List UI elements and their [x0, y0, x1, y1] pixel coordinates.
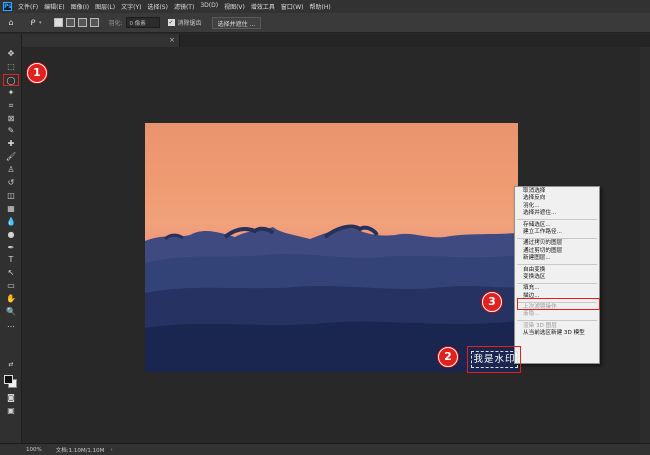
healing-brush-icon[interactable]: ✚: [5, 138, 17, 149]
menu-bar: Ps 文件(F) 编辑(E) 图像(I) 图层(L) 文字(Y) 选择(S) 滤镜(T) 3D…: [0, 0, 650, 13]
menu-8[interactable]: 视图(V): [224, 2, 245, 11]
context-menu-item[interactable]: 存储选区...: [515, 222, 599, 229]
context-menu-item[interactable]: 填充...: [515, 285, 599, 292]
status-bar: 100% 文档:1.10M/1.10M ›: [0, 443, 650, 455]
context-menu-item[interactable]: 从当前选区新建 3D 模型: [515, 330, 599, 337]
context-menu-item[interactable]: 建立工作路径...: [515, 229, 599, 236]
context-menu-item[interactable]: 自由变换: [515, 267, 599, 274]
chevron-right-icon[interactable]: ›: [110, 447, 112, 453]
options-bar: ⌂ ᑭ ▾ 羽化: 0 像素 ✓ 消除锯齿 选择并遮住 ...: [0, 13, 650, 33]
gradient-icon[interactable]: ▦: [5, 203, 17, 214]
menu-separator: [517, 320, 597, 322]
rectangle-icon[interactable]: ▭: [5, 280, 17, 291]
menu-0[interactable]: 文件(F): [18, 2, 38, 11]
context-menu-item: 渐隐...: [523, 311, 540, 318]
photoshop-window: Ps 文件(F) 编辑(E) 图像(I) 图层(L) 文字(Y) 选择(S) 滤镜(T) 3D…: [0, 0, 650, 455]
more-tools-icon[interactable]: …: [5, 319, 17, 330]
new-selection-button[interactable]: [53, 18, 63, 27]
menu-2[interactable]: 图像(I): [71, 2, 89, 11]
home-icon[interactable]: ⌂: [6, 18, 16, 28]
menu-10[interactable]: 窗口(W): [281, 2, 304, 11]
app-logo: Ps: [3, 2, 12, 11]
marquee-icon[interactable]: ⬚: [5, 61, 17, 72]
menu-5[interactable]: 选择(S): [147, 2, 168, 11]
context-menu: 取消选择 选择反向 羽化... 选择并遮住... 存储选区... 建立工作路径... 通过拷…: [514, 186, 600, 364]
context-menu-item[interactable]: 通过拷贝的图层: [515, 240, 599, 247]
hand-icon[interactable]: ✋: [5, 293, 17, 304]
menu-11[interactable]: 帮助(H): [310, 2, 331, 11]
frame-icon[interactable]: ⊠: [5, 113, 17, 124]
fill-highlight-box: [517, 298, 600, 310]
lasso-icon[interactable]: ᑭ: [28, 18, 38, 28]
feather-label: 羽化:: [108, 20, 123, 27]
context-menu-item[interactable]: 选择并遮住...: [515, 210, 599, 217]
antialias-checkbox[interactable]: ✓: [167, 19, 175, 26]
antialias-label: 消除锯齿: [177, 20, 202, 27]
close-icon[interactable]: ×: [169, 36, 175, 44]
pen-icon[interactable]: ✒: [5, 242, 17, 253]
menu-separator: [517, 237, 597, 239]
history-brush-icon[interactable]: ↺: [5, 177, 17, 188]
magic-wand-icon[interactable]: ✦: [5, 87, 17, 98]
document-tab-bar: ×: [22, 34, 650, 47]
watermark-selection[interactable]: 我是水印: [471, 351, 518, 368]
menu-3[interactable]: 图层(L): [95, 2, 115, 11]
dodge-icon[interactable]: ●: [5, 229, 17, 240]
landscape-photo[interactable]: [145, 123, 518, 372]
eyedropper-icon[interactable]: ✎: [5, 125, 17, 136]
context-menu-item[interactable]: 新建图层...: [515, 255, 599, 262]
menu-9[interactable]: 增效工具: [251, 2, 275, 11]
swap-colors-icon[interactable]: ⇄: [5, 359, 17, 370]
context-menu-item[interactable]: 变换选区: [515, 274, 599, 281]
step-badge-2: 2: [438, 347, 458, 367]
document-size: 文档:1.10M/1.10M: [55, 447, 105, 454]
document-tab[interactable]: ×: [22, 34, 180, 47]
vertical-scrollbar[interactable]: [640, 47, 650, 443]
type-icon[interactable]: T: [5, 254, 17, 265]
path-selection-icon[interactable]: ↖: [5, 267, 17, 278]
feather-input[interactable]: 0 像素: [125, 17, 160, 28]
screen-mode-icon[interactable]: ▣: [5, 405, 17, 416]
select-and-mask-button[interactable]: 选择并遮住 ...: [211, 16, 262, 29]
chevron-down-icon[interactable]: ▾: [39, 20, 42, 26]
quick-mask-icon[interactable]: ◙: [5, 392, 17, 403]
menu-1[interactable]: 编辑(E): [44, 2, 64, 11]
eraser-icon[interactable]: ◫: [5, 190, 17, 201]
menu-6[interactable]: 滤镜(T): [174, 2, 194, 11]
context-menu-item[interactable]: 选择反向: [515, 195, 599, 202]
blur-icon[interactable]: 💧: [5, 216, 17, 227]
clone-stamp-icon[interactable]: ♙: [5, 164, 17, 175]
step-badge-3: 3: [482, 292, 502, 312]
menu-7[interactable]: 3D(D): [200, 2, 218, 11]
subtract-from-selection-button[interactable]: [77, 18, 87, 27]
brush-icon[interactable]: 🖌: [5, 151, 17, 162]
toolbox: ⇄ ◙ ▣ ✥ ⬚ ◯ ✦ ⌗ ⊠ ✎ ✚ 🖌 ♙ ↺ ◫ ▦ 💧 ● ✒ T ↖ ▭ ✋ 🔍 …: [0, 34, 22, 443]
foreground-color-swatch[interactable]: [4, 375, 13, 384]
zoom-icon[interactable]: 🔍: [5, 306, 17, 317]
zoom-level[interactable]: 100%: [26, 447, 42, 453]
add-to-selection-button[interactable]: [65, 18, 75, 27]
menu-separator: [517, 219, 597, 221]
intersect-selection-button[interactable]: [89, 18, 99, 27]
lasso-icon[interactable]: ◯: [3, 73, 19, 86]
menu-separator: [517, 282, 597, 284]
cloud-layer: [145, 224, 518, 372]
crop-icon[interactable]: ⌗: [5, 100, 17, 111]
step-badge-1: 1: [27, 63, 47, 83]
move-icon[interactable]: ✥: [5, 48, 17, 59]
menu-separator: [517, 264, 597, 266]
menu-4[interactable]: 文字(Y): [121, 2, 141, 11]
